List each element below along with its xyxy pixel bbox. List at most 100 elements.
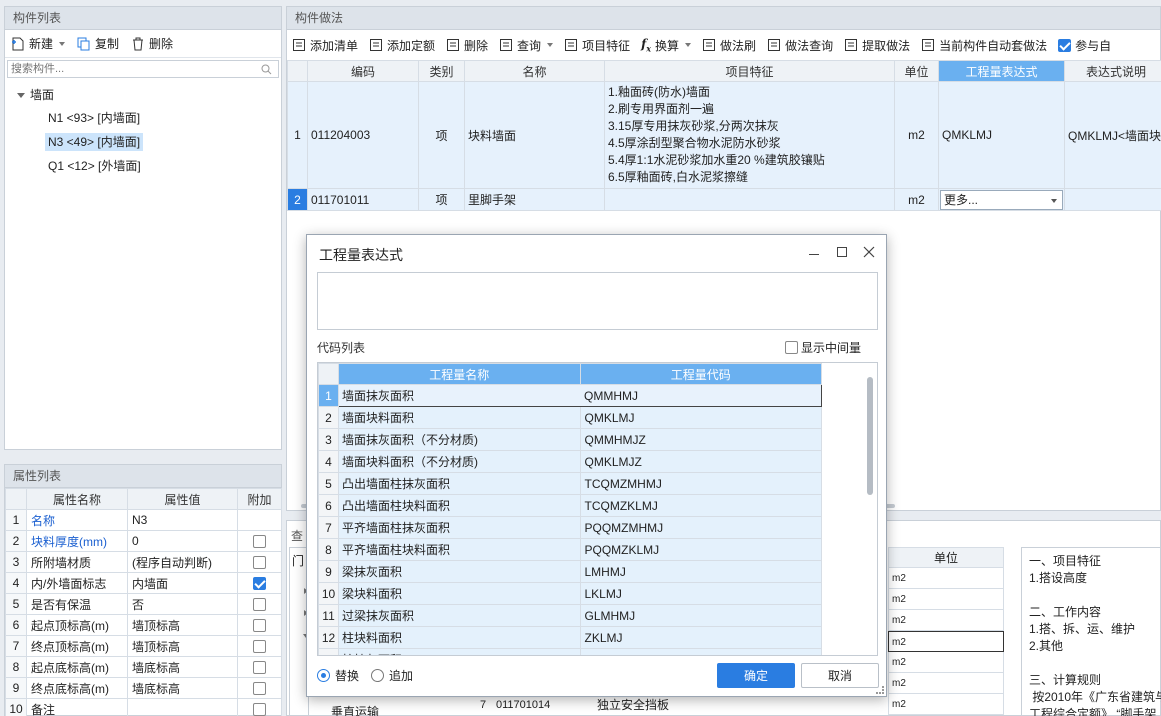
new-dropdown-icon[interactable] xyxy=(59,41,66,46)
property-row[interactable]: 1 名称 N3 xyxy=(5,509,282,531)
code-row[interactable]: 5 凸出墙面柱抹灰面积 TCQMZMHMJ xyxy=(318,472,822,495)
row-type[interactable]: 项 xyxy=(418,81,465,189)
method-row[interactable]: 1 011204003 项 块料墙面 1.釉面砖(防水)墙面 2.刷专用界面剂一遍… xyxy=(287,81,1161,189)
participate-checkbox[interactable]: 参与自 xyxy=(1058,37,1111,54)
row-name[interactable]: 块料墙面 xyxy=(464,81,605,189)
delete-button[interactable]: 删除 xyxy=(131,35,173,52)
prop-extra[interactable] xyxy=(237,698,282,716)
property-row[interactable]: 10 备注 xyxy=(5,698,282,716)
prop-extra[interactable] xyxy=(237,572,282,594)
component-search[interactable] xyxy=(7,60,279,78)
replace-radio-dot[interactable] xyxy=(317,669,330,682)
code-value[interactable]: ZKLMJ xyxy=(579,626,822,649)
expr-dropdown[interactable]: 更多... xyxy=(940,189,1063,210)
property-row[interactable]: 9 终点底标高(m) 墙底标高 xyxy=(5,677,282,699)
replace-radio[interactable]: 替换 xyxy=(317,667,359,684)
row-features[interactable] xyxy=(604,188,895,211)
bottom-unit-cell[interactable]: m2 xyxy=(888,610,1004,631)
prop-value[interactable]: 0 xyxy=(127,530,238,552)
convert-button[interactable]: fx 换算 xyxy=(641,37,692,54)
bottom-left-text[interactable]: 垂直运输 xyxy=(331,703,379,716)
extra-checkbox[interactable] xyxy=(253,640,266,654)
add-quota-button[interactable]: 添加定额 xyxy=(369,37,435,54)
row-features[interactable]: 1.釉面砖(防水)墙面 2.刷专用界面剂一遍 3.15厚专用抹灰砂浆,分两次抹灰 4.… xyxy=(604,81,895,189)
prop-value[interactable]: (程序自动判断) xyxy=(127,551,238,573)
extra-checkbox[interactable] xyxy=(253,577,266,591)
code-value[interactable]: TCQMZMHMJ xyxy=(579,472,822,495)
code-row[interactable]: 11 过梁抹灰面积 GLMHMJ xyxy=(318,604,822,627)
tree-item-q1[interactable]: Q1 <12> [外墙面] xyxy=(5,154,281,178)
code-name[interactable]: 过梁抹灰面积 xyxy=(338,604,581,627)
append-radio[interactable]: 追加 xyxy=(371,667,413,684)
prop-value[interactable]: 否 xyxy=(127,593,238,615)
tree-item-n3[interactable]: N3 <49> [内墙面] xyxy=(5,130,281,154)
code-value[interactable]: QMMHMJ xyxy=(580,384,822,407)
code-value[interactable]: QMKLMJZ xyxy=(579,450,822,473)
bottom-row-7[interactable]: 7 011701014 独立安全挡板 xyxy=(473,695,669,716)
property-row[interactable]: 6 起点顶标高(m) 墙顶标高 xyxy=(5,614,282,636)
property-row[interactable]: 7 终点顶标高(m) 墙顶标高 xyxy=(5,635,282,657)
bottom-unit-cell[interactable]: m2 xyxy=(888,568,1004,589)
row-expr-cell[interactable]: 更多... xyxy=(938,188,1065,211)
prop-value[interactable]: 内墙面 xyxy=(127,572,238,594)
code-name[interactable]: 梁抹灰面积 xyxy=(338,560,581,583)
extra-checkbox[interactable] xyxy=(253,556,266,570)
code-name[interactable]: 墙面块料面积（不分材质) xyxy=(338,450,581,473)
code-row[interactable]: 8 平齐墙面柱块料面积 PQQMZKLMJ xyxy=(318,538,822,561)
code-value[interactable]: LKLMJ xyxy=(579,582,822,605)
prop-value[interactable]: 墙底标高 xyxy=(127,677,238,699)
minimize-icon[interactable] xyxy=(809,254,819,255)
extra-checkbox[interactable] xyxy=(253,535,266,549)
bottom-unit-cell[interactable]: m2 xyxy=(888,631,1004,652)
code-name[interactable]: 墙面块料面积 xyxy=(338,406,581,429)
vertical-scrollbar[interactable] xyxy=(867,377,873,495)
delete-button[interactable]: 删除 xyxy=(446,37,488,54)
property-row[interactable]: 3 所附墙材质 (程序自动判断) xyxy=(5,551,282,573)
code-row[interactable]: 1 墙面抹灰面积 QMMHMJ xyxy=(318,384,822,407)
code-name[interactable]: 平齐墙面柱块料面积 xyxy=(338,538,581,561)
code-row[interactable]: 6 凸出墙面柱块料面积 TCQMZKLMJ xyxy=(318,494,822,517)
copy-button[interactable]: 复制 xyxy=(77,35,119,52)
new-button[interactable]: 新建 xyxy=(11,35,66,52)
code-name[interactable]: 凸出墙面柱抹灰面积 xyxy=(338,472,581,495)
dialog-titlebar[interactable]: 工程量表达式 xyxy=(307,235,886,271)
extra-checkbox[interactable] xyxy=(253,682,266,696)
bottom-unit-cell[interactable]: m2 xyxy=(888,652,1004,673)
show-intermediate-box[interactable] xyxy=(785,341,798,354)
code-value[interactable]: ZMHMJ xyxy=(579,648,822,655)
prop-extra[interactable] xyxy=(237,614,282,636)
checkbox-icon[interactable] xyxy=(1058,38,1072,52)
code-name[interactable]: 墙面抹灰面积 xyxy=(338,384,580,407)
row-type[interactable]: 项 xyxy=(418,188,465,211)
code-name[interactable]: 墙面抹灰面积（不分材质) xyxy=(338,428,581,451)
row-name[interactable]: 里脚手架 xyxy=(464,188,605,211)
tree-item-n1[interactable]: N1 <93> [内墙面] xyxy=(5,106,281,130)
code-row[interactable]: 7 平齐墙面柱抹灰面积 PQQMZMHMJ xyxy=(318,516,822,539)
code-value[interactable]: LMHMJ xyxy=(579,560,822,583)
tree-expand-icon[interactable] xyxy=(17,93,25,99)
code-value[interactable]: QMKLMJ xyxy=(579,406,822,429)
component-search-input[interactable] xyxy=(8,61,248,77)
row-code[interactable]: 011701011 xyxy=(307,188,419,211)
bottom-unit-cell[interactable]: m2 xyxy=(888,673,1004,694)
prop-value[interactable]: 墙顶标高 xyxy=(127,614,238,636)
method-query-button[interactable]: 做法查询 xyxy=(767,37,833,54)
row-unit[interactable]: m2 xyxy=(894,81,939,189)
prop-value[interactable]: N3 xyxy=(127,509,238,531)
code-row[interactable]: 4 墙面块料面积（不分材质) QMKLMJZ xyxy=(318,450,822,473)
code-value[interactable]: PQQMZMHMJ xyxy=(579,516,822,539)
code-row[interactable]: 13柱抹灰面积ZMHMJ xyxy=(318,648,822,655)
extract-method-button[interactable]: 提取做法 xyxy=(844,37,910,54)
code-row[interactable]: 10 梁块料面积 LKLMJ xyxy=(318,582,822,605)
extra-checkbox[interactable] xyxy=(253,598,266,612)
code-row[interactable]: 3 墙面抹灰面积（不分材质) QMMHMJZ xyxy=(318,428,822,451)
cancel-button[interactable]: 取消 xyxy=(801,663,879,688)
resize-grip-icon[interactable] xyxy=(876,686,884,694)
prop-extra[interactable] xyxy=(237,509,282,531)
code-name[interactable]: 柱块料面积 xyxy=(338,626,581,649)
dropdown-arrow-icon[interactable] xyxy=(1051,198,1057,203)
code-name[interactable]: 柱抹灰面积 xyxy=(338,648,581,655)
code-name[interactable]: 凸出墙面柱块料面积 xyxy=(338,494,581,517)
code-value[interactable]: GLMHMJ xyxy=(579,604,822,627)
close-icon[interactable] xyxy=(863,246,875,258)
